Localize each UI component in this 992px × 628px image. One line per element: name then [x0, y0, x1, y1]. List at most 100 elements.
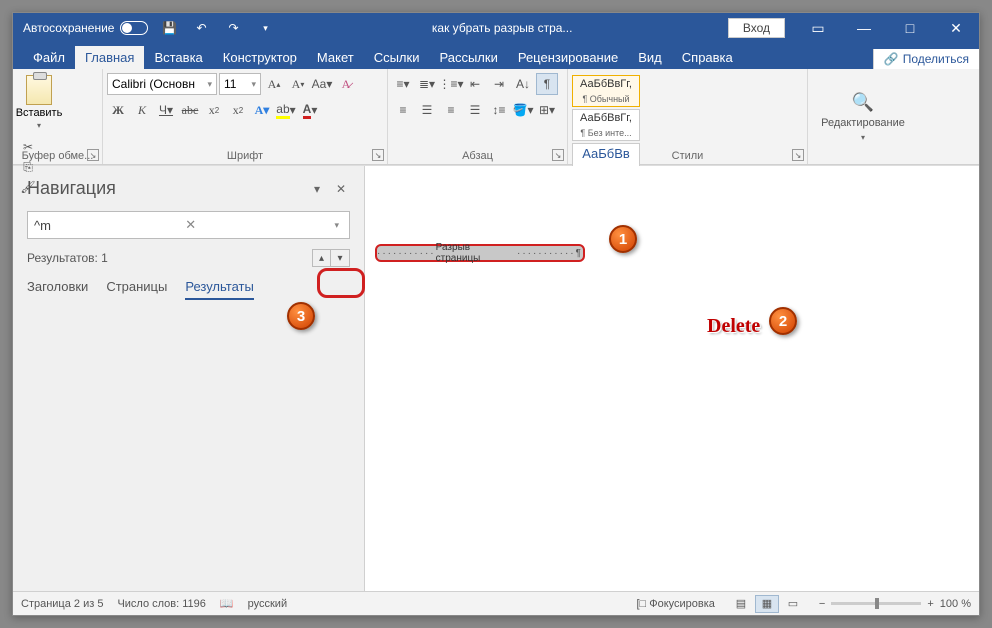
tab-view[interactable]: Вид	[628, 46, 672, 69]
text-effects-icon[interactable]: A▾	[251, 99, 273, 121]
autosave-switch[interactable]	[120, 21, 148, 35]
bullets-icon[interactable]: ≡▾	[392, 73, 414, 95]
shrink-font-icon[interactable]: A▾	[287, 73, 309, 95]
close-icon[interactable]: ✕	[933, 13, 979, 43]
numbering-icon[interactable]: ≣▾	[416, 73, 438, 95]
share-button[interactable]: 🔗 Поделиться	[873, 49, 979, 69]
highlight-icon[interactable]: ab▾	[275, 99, 297, 121]
para-launcher[interactable]: ↘	[552, 149, 564, 161]
ribbon-options-icon[interactable]: ▭	[795, 13, 841, 43]
web-layout-icon[interactable]: ▭	[781, 595, 805, 613]
clear-formatting-icon[interactable]: A̷	[335, 73, 357, 95]
save-icon[interactable]: 💾	[158, 17, 180, 39]
qat-more-icon[interactable]: ▾	[254, 17, 276, 39]
style-nospacing[interactable]: АаБбВвГг, ¶ Без инте...	[572, 109, 640, 141]
tab-insert[interactable]: Вставка	[144, 46, 212, 69]
nav-tab-results[interactable]: Результаты	[185, 279, 253, 300]
grow-font-icon[interactable]: A▴	[263, 73, 285, 95]
login-button[interactable]: Вход	[728, 18, 785, 38]
superscript-button[interactable]: x2	[227, 99, 249, 121]
tab-review[interactable]: Рецензирование	[508, 46, 628, 69]
sort-icon[interactable]: A↓	[512, 73, 534, 95]
bold-button[interactable]: Ж	[107, 99, 129, 121]
annotation-badge-3: 3	[287, 302, 315, 330]
nav-search-input[interactable]: ^m ✕ ▾	[27, 211, 350, 239]
nav-close-icon[interactable]: ✕	[332, 180, 350, 198]
group-font: Calibri (Основн▾ 11▾ A▴ A▾ Aa▾ A̷ Ж К Ч▾…	[103, 69, 388, 164]
style-normal[interactable]: АаБбВвГг, ¶ Обычный	[572, 75, 640, 107]
document-area[interactable]: ··········· Разрыв страницы ···········¶	[365, 166, 979, 591]
nav-result-arrows: ▴ ▾	[312, 249, 350, 267]
indent-icon[interactable]: ⇥	[488, 73, 510, 95]
zoom-level[interactable]: 100 %	[940, 598, 971, 610]
status-words[interactable]: Число слов: 1196	[117, 598, 205, 610]
autosave-toggle[interactable]: Автосохранение	[23, 21, 148, 35]
focus-mode-button[interactable]: [□ Фокусировка	[636, 598, 714, 610]
subscript-button[interactable]: x2	[203, 99, 225, 121]
tab-layout[interactable]: Макет	[307, 46, 364, 69]
group-paragraph: ≡▾ ≣▾ ⋮≡▾ ⇤ ⇥ A↓ ¶ ≡ ☰ ≡ ☰ ↕≡ 🪣▾ ⊞▾	[388, 69, 568, 164]
editing-label[interactable]: Редактирование	[821, 117, 905, 129]
nav-tab-pages[interactable]: Страницы	[106, 279, 167, 300]
status-language[interactable]: русский	[248, 598, 287, 610]
maximize-icon[interactable]: □	[887, 13, 933, 43]
align-left-icon[interactable]: ≡	[392, 99, 414, 121]
font-name-combo[interactable]: Calibri (Основн▾	[107, 73, 217, 95]
para-group-label: Абзац	[388, 150, 567, 162]
show-marks-icon[interactable]: ¶	[536, 73, 558, 95]
borders-icon[interactable]: ⊞▾	[536, 99, 558, 121]
tab-home[interactable]: Главная	[75, 46, 144, 69]
undo-icon[interactable]: ↶	[190, 17, 212, 39]
nav-next-result[interactable]: ▾	[331, 250, 349, 266]
find-icon[interactable]: 🔍	[852, 92, 874, 113]
clipboard-launcher[interactable]: ↘	[87, 149, 99, 161]
tab-help[interactable]: Справка	[672, 46, 743, 69]
shading-icon[interactable]: 🪣▾	[512, 99, 534, 121]
font-size-combo[interactable]: 11▾	[219, 73, 261, 95]
share-icon: 🔗	[884, 52, 899, 66]
zoom-in-icon[interactable]: +	[927, 598, 933, 610]
minimize-icon[interactable]: —	[841, 13, 887, 43]
outdent-icon[interactable]: ⇤	[464, 73, 486, 95]
zoom-control[interactable]: − + 100 %	[819, 598, 971, 610]
styles-launcher[interactable]: ↘	[792, 149, 804, 161]
proofing-icon[interactable]: 📖	[220, 597, 234, 610]
strikethrough-button[interactable]: abc	[179, 99, 201, 121]
navigation-pane: Навигация ▾ ✕ ^m ✕ ▾ Результатов: 1 ▴ ▾ …	[13, 166, 365, 591]
zoom-slider[interactable]	[831, 602, 921, 605]
word-window: Автосохранение 💾 ↶ ↷ ▾ как убрать разрыв…	[12, 12, 980, 616]
tab-references[interactable]: Ссылки	[364, 46, 430, 69]
line-spacing-icon[interactable]: ↕≡	[488, 99, 510, 121]
align-right-icon[interactable]: ≡	[440, 99, 462, 121]
format-painter-icon[interactable]: 🖌	[17, 178, 39, 196]
nav-search-clear-icon[interactable]: ✕	[181, 217, 200, 233]
font-color-icon[interactable]: A▾	[299, 99, 321, 121]
change-case-icon[interactable]: Aa▾	[311, 73, 333, 95]
redo-icon[interactable]: ↷	[222, 17, 244, 39]
print-layout-icon[interactable]: ▦	[755, 595, 779, 613]
multilevel-icon[interactable]: ⋮≡▾	[440, 73, 462, 95]
italic-button[interactable]: К	[131, 99, 153, 121]
status-page[interactable]: Страница 2 из 5	[21, 598, 103, 610]
justify-icon[interactable]: ☰	[464, 99, 486, 121]
page-break-selection[interactable]: ··········· Разрыв страницы ···········¶	[375, 244, 585, 262]
tab-mailings[interactable]: Рассылки	[429, 46, 507, 69]
nav-tab-headings[interactable]: Заголовки	[27, 279, 88, 300]
group-clipboard: Вставить ▾ ✂ ⎘ 🖌 Буфер обме... ↘	[13, 69, 103, 164]
align-center-icon[interactable]: ☰	[416, 99, 438, 121]
title-bar: Автосохранение 💾 ↶ ↷ ▾ как убрать разрыв…	[13, 13, 979, 43]
annotation-ring-arrows	[317, 268, 365, 298]
nav-tabs: Заголовки Страницы Результаты	[27, 279, 350, 300]
group-editing: 🔍 Редактирование ▾	[808, 69, 918, 164]
tab-file[interactable]: Файл	[23, 46, 75, 69]
paste-button[interactable]: Вставить ▾	[17, 71, 61, 130]
nav-options-icon[interactable]: ▾	[308, 180, 326, 198]
nav-search-value: ^m	[34, 218, 51, 233]
tab-design[interactable]: Конструктор	[213, 46, 307, 69]
nav-search-dropdown-icon[interactable]: ▾	[330, 220, 343, 231]
font-launcher[interactable]: ↘	[372, 149, 384, 161]
read-mode-icon[interactable]: ▤	[729, 595, 753, 613]
underline-button[interactable]: Ч▾	[155, 99, 177, 121]
nav-prev-result[interactable]: ▴	[313, 250, 331, 266]
zoom-out-icon[interactable]: −	[819, 598, 825, 610]
